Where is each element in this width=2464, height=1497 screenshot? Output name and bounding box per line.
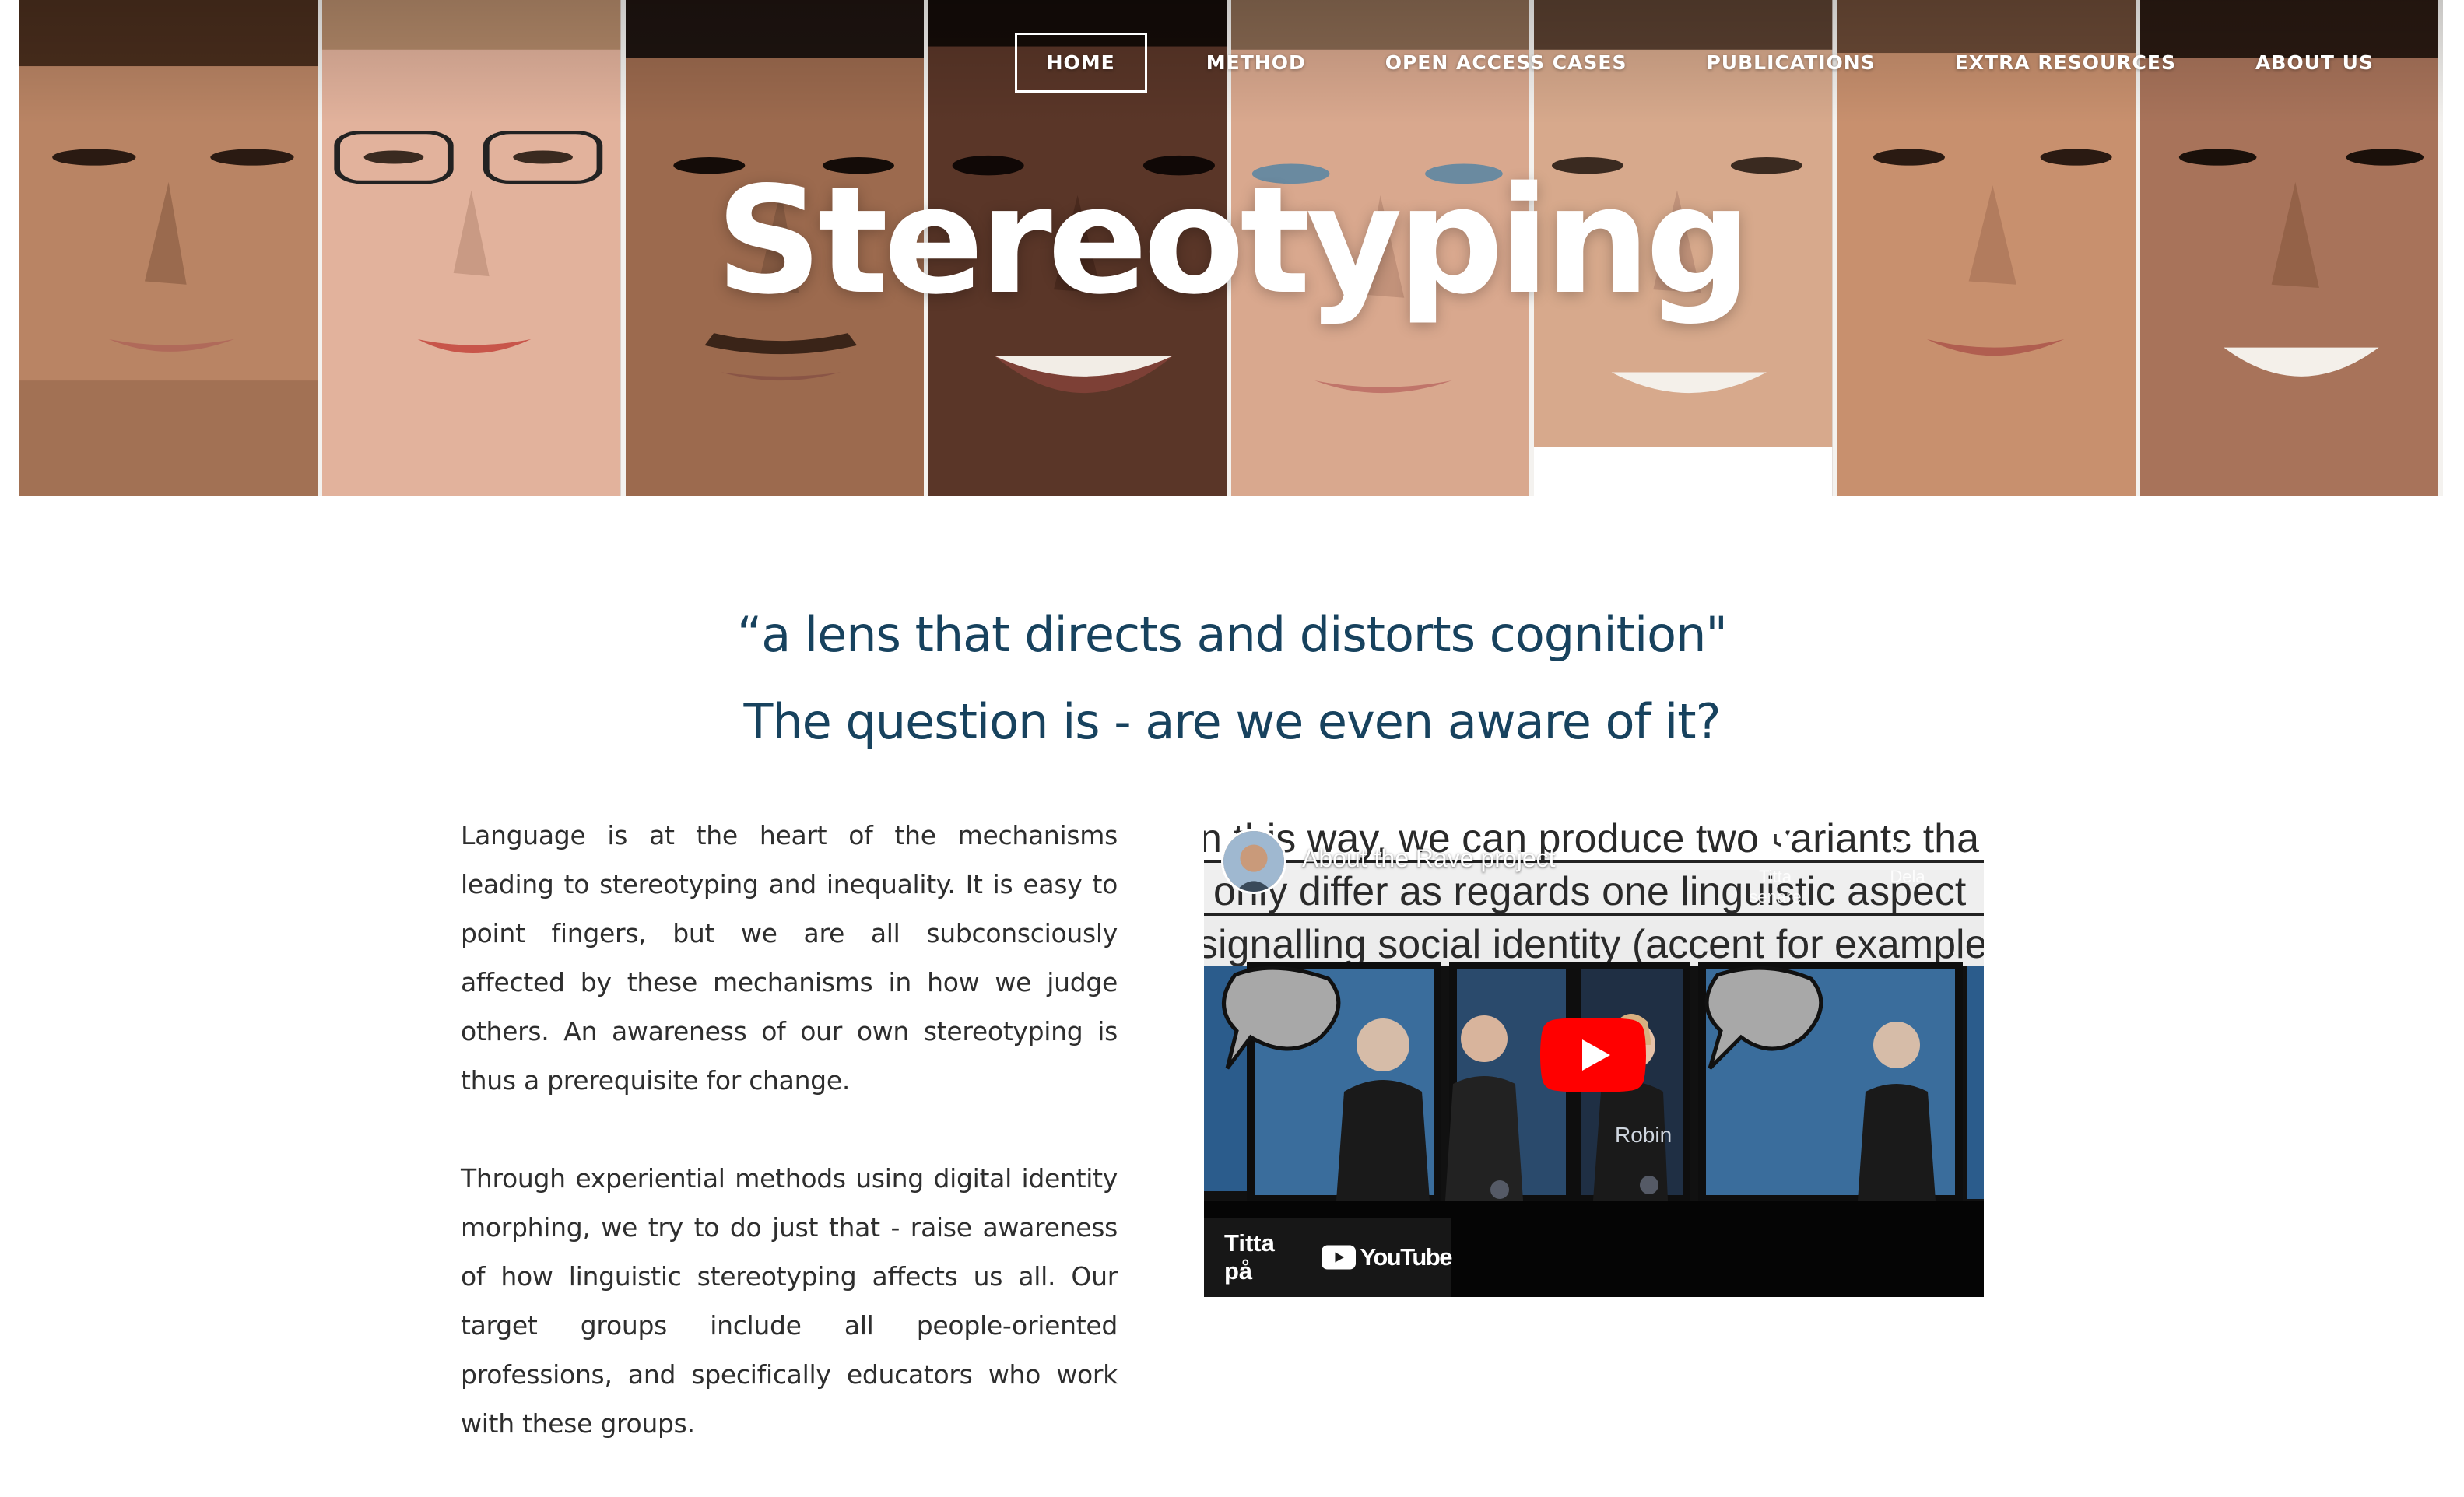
hero-title: Stereotyping (715, 155, 1752, 327)
watch-on-youtube-button[interactable]: Titta på YouTube (1204, 1218, 1453, 1297)
youtube-wordmark: YouTube (1360, 1243, 1453, 1271)
nav-about-us[interactable]: ABOUT US (2235, 33, 2394, 93)
quote-line-2: The question is - are we even aware of i… (743, 693, 1721, 750)
play-button-icon[interactable] (1539, 1018, 1647, 1092)
share-button[interactable]: Dela (1876, 826, 1939, 887)
youtube-video-embed[interactable]: n this way, we can produce two variants … (1204, 812, 1984, 1297)
quote-line-1: “a lens that directs and distorts cognit… (737, 606, 1728, 663)
share-icon (1894, 833, 1921, 853)
watch-later-label: Titta senare (1749, 867, 1802, 906)
video-caption-line-2: only differ as regards one linguistic as… (1213, 869, 1967, 914)
watch-later-button[interactable]: Titta senare (1744, 826, 1806, 907)
intro-text: Language is at the heart of the mechanis… (461, 811, 1118, 1497)
nav-extra-resources[interactable]: EXTRA RESOURCES (1935, 33, 2196, 93)
share-label: Dela (1890, 867, 1925, 886)
main-navigation: HOME METHOD OPEN ACCESS CASES PUBLICATIO… (1014, 33, 2394, 93)
video-caption-line-3: signalling social identity (accent for e… (1204, 922, 1984, 967)
speaker-name-label: Robin (1615, 1123, 1673, 1147)
intro-paragraph-2: Through experiential methods using digit… (461, 1163, 1118, 1439)
intro-quote: “a lens that directs and distorts cognit… (0, 591, 2464, 766)
youtube-logo: YouTube (1321, 1243, 1453, 1271)
nav-home[interactable]: HOME (1014, 33, 1147, 93)
clock-icon (1760, 828, 1790, 857)
channel-avatar[interactable] (1221, 829, 1286, 894)
nav-method[interactable]: METHOD (1186, 33, 1326, 93)
nav-open-access-cases[interactable]: OPEN ACCESS CASES (1365, 33, 1648, 93)
intro-paragraph-1: Language is at the heart of the mechanis… (461, 820, 1118, 1096)
youtube-icon (1321, 1245, 1356, 1270)
nav-publications[interactable]: PUBLICATIONS (1686, 33, 1895, 93)
watch-on-label: Titta på (1224, 1229, 1275, 1285)
video-title[interactable]: About the Rave project (1302, 844, 1556, 873)
